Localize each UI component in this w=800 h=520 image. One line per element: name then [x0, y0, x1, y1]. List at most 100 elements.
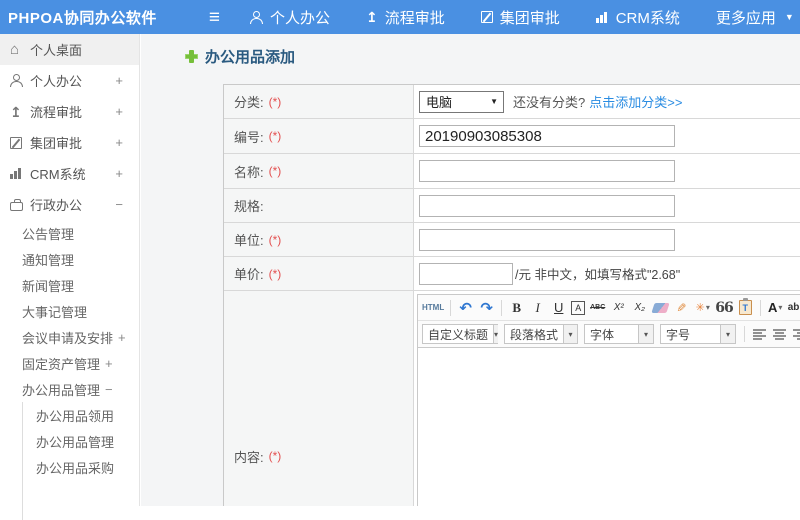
page-title: 办公用品添加	[205, 49, 296, 66]
sidebar-item-supplies-requisition[interactable]: 办公用品领用	[36, 402, 139, 428]
nav-group-approval[interactable]: 集团审批	[480, 7, 560, 28]
sidebar-item-label: 通知管理	[22, 252, 75, 268]
paragraph-format-select[interactable]: 段落格式 ▾	[504, 324, 578, 344]
bold-button[interactable]: B	[508, 298, 525, 318]
sidebar-item-personal-desktop[interactable]: ⌂ 个人桌面	[0, 34, 139, 65]
price-field: /元 非中文，如填写格式"2.68"	[414, 257, 800, 290]
add-plus-icon	[185, 50, 198, 63]
combo-label: 自定义标题	[428, 327, 489, 342]
sidebar-item-crm-system[interactable]: CRM系统 +	[0, 158, 139, 189]
price-input[interactable]	[419, 262, 513, 285]
sidebar-item-meeting-request[interactable]: 会议申请及安排 +	[22, 324, 139, 350]
code-input[interactable]	[419, 125, 675, 147]
undo-button[interactable]: ↶	[457, 298, 474, 318]
align-left-button[interactable]	[753, 328, 767, 341]
label-text: 单价:	[234, 267, 264, 282]
sidebar-item-workflow-approval[interactable]: ↥ 流程审批 +	[0, 96, 139, 127]
sidebar-item-admin-office[interactable]: 行政办公 −	[0, 189, 139, 220]
name-input[interactable]	[419, 160, 675, 182]
expand-toggle[interactable]: +	[115, 166, 123, 181]
sidebar-item-label: 行政办公	[30, 198, 83, 213]
nav-workflow-approval[interactable]: ↥ 流程审批	[366, 7, 445, 28]
collapse-toggle[interactable]: −	[105, 382, 113, 397]
add-category-link[interactable]: 点击添加分类>>	[589, 92, 682, 111]
toolbar-separator	[759, 299, 761, 316]
sidebar-item-group-approval[interactable]: 集团审批 +	[0, 127, 139, 158]
label-text: 名称:	[234, 164, 264, 180]
sidebar-item-label: 公告管理	[22, 226, 75, 242]
collapse-toggle[interactable]: −	[115, 197, 123, 212]
strikethrough-button[interactable]: ABC	[589, 298, 606, 318]
spec-input[interactable]	[419, 194, 675, 217]
remove-format-button[interactable]	[651, 298, 670, 318]
nav-personal-office[interactable]: 个人办公	[249, 7, 330, 28]
editor-content-area[interactable]	[418, 348, 800, 506]
highlight-icon: ab	[787, 302, 800, 313]
sidebar-item-label: 大事记管理	[22, 304, 88, 320]
sidebar-item-label: 办公用品采购	[36, 460, 115, 476]
expand-toggle[interactable]: +	[118, 330, 126, 345]
category-select[interactable]: 电脑 ▼	[419, 90, 504, 113]
expand-toggle[interactable]: +	[105, 356, 113, 371]
combo-label: 段落格式	[510, 327, 559, 342]
nav-crm-system[interactable]: CRM系统	[595, 7, 680, 28]
unit-input[interactable]	[419, 228, 675, 251]
auto-typeset-button[interactable]: ✳ ▾	[694, 298, 711, 318]
expand-toggle[interactable]: +	[115, 104, 123, 119]
form-row-spec: 规格:	[224, 189, 800, 223]
highlight-button[interactable]: ab✎▾	[788, 298, 800, 318]
nav-more-apps[interactable]: 更多应用 ▼	[716, 7, 794, 28]
form-row-code: 编号: (*)	[224, 119, 800, 154]
sidebar-item-supplies-management[interactable]: 办公用品管理	[36, 428, 139, 454]
font-color-icon: A	[768, 300, 778, 315]
editor-toolbar-row2: 自定义标题 ▾ 段落格式 ▾ 字体 ▾ 字号 ▾	[418, 321, 800, 348]
office-supplies-submenu: 办公用品领用 办公用品管理 办公用品采购	[22, 402, 139, 520]
italic-button[interactable]: I	[529, 298, 546, 318]
superscript-button[interactable]: X²	[610, 298, 627, 318]
char-border-button[interactable]: A	[571, 300, 586, 315]
underline-button[interactable]: U	[550, 298, 567, 318]
upload-icon: ↥	[365, 9, 378, 25]
font-size-select[interactable]: 字号 ▾	[660, 324, 736, 344]
content-label: 内容: (*)	[224, 291, 414, 506]
blockquote-button[interactable]: 66	[715, 298, 734, 318]
label-text: 单位:	[234, 233, 264, 248]
caret-down-icon: ▾	[705, 303, 710, 312]
align-left-icon	[753, 328, 766, 340]
expand-toggle[interactable]: +	[115, 73, 123, 88]
bar-chart-icon	[595, 11, 609, 23]
sidebar-item-supplies-purchase[interactable]: 办公用品采购	[36, 454, 139, 480]
font-family-select[interactable]: 字体 ▾	[584, 324, 654, 344]
form-row-category: 分类: (*) 电脑 ▼ 还没有分类? 点击添加分类>>	[224, 85, 800, 119]
add-supply-form: 分类: (*) 电脑 ▼ 还没有分类? 点击添加分类>> 编号: (*) 201…	[223, 84, 800, 506]
source-code-button[interactable]: HTML	[422, 298, 444, 318]
sidebar-item-memorabilia-mgmt[interactable]: 大事记管理	[22, 298, 139, 324]
sidebar-item-personal-office[interactable]: 个人办公 +	[0, 65, 139, 96]
sidebar-item-label: CRM系统	[30, 167, 86, 182]
redo-button[interactable]: ↷	[478, 298, 495, 318]
align-right-button[interactable]	[793, 328, 800, 341]
paste-plain-text-button[interactable]: T	[737, 298, 754, 318]
sidebar-item-fixed-assets-mgmt[interactable]: 固定资产管理 +	[22, 350, 139, 376]
eraser-icon	[651, 302, 670, 313]
price-label: 单价: (*)	[224, 257, 414, 290]
subscript-button[interactable]: X₂	[631, 298, 648, 318]
toolbar-separator	[450, 299, 452, 316]
sidebar-item-notice-mgmt[interactable]: 通知管理	[22, 246, 139, 272]
sidebar-item-news-mgmt[interactable]: 新闻管理	[22, 272, 139, 298]
editor-toolbar-row1: HTML ↶ ↷ B I U A ABC X² X₂ ✎ ✳ ▾ 66 T A …	[418, 295, 800, 321]
nav-label: 流程审批	[384, 9, 445, 27]
category-select-value: 电脑	[426, 95, 453, 110]
hamburger-menu-icon[interactable]: ≡	[209, 8, 220, 27]
sidebar-item-office-supplies-mgmt[interactable]: 办公用品管理 −	[22, 376, 139, 402]
caret-down-icon: ▾	[638, 325, 653, 343]
custom-title-select[interactable]: 自定义标题 ▾	[422, 324, 499, 344]
font-color-button[interactable]: A ▾	[767, 298, 784, 318]
form-row-price: 单价: (*) /元 非中文，如填写格式"2.68"	[224, 257, 800, 291]
align-center-button[interactable]	[773, 328, 787, 341]
sidebar-item-announcement-mgmt[interactable]: 公告管理	[22, 220, 139, 246]
format-brush-button[interactable]: ✎	[673, 298, 690, 318]
expand-toggle[interactable]: +	[115, 135, 123, 150]
unit-field	[414, 223, 800, 256]
spec-label: 规格:	[224, 189, 414, 222]
